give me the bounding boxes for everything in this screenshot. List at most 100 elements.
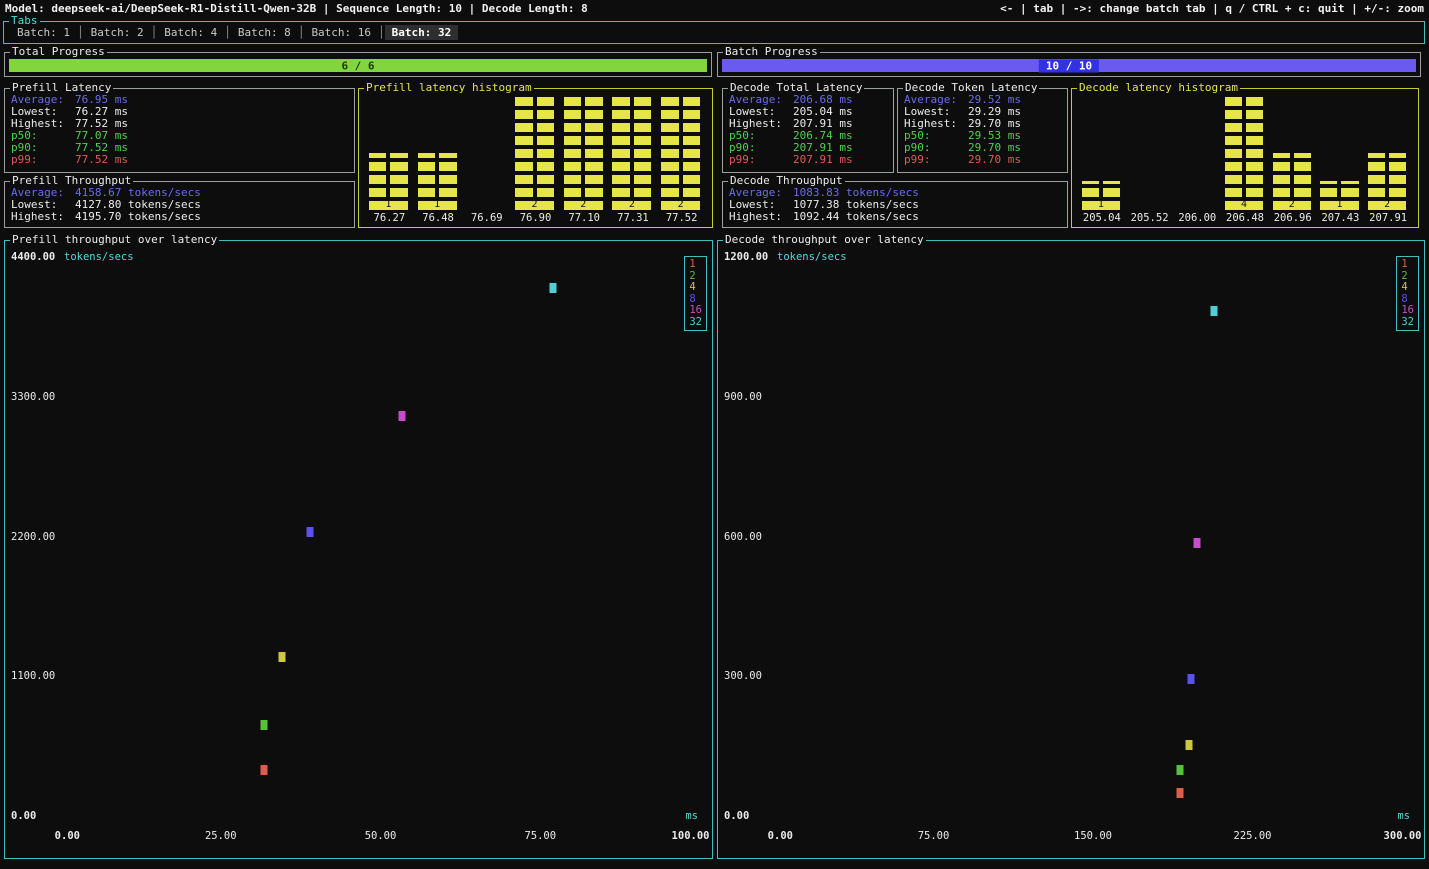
tab-separator: │ [77,26,84,39]
prefill-latency-histogram-title: Prefill latency histogram [364,81,534,95]
bar-count-label: 1 [1082,199,1120,210]
y-axis-tick: 1100.00 [11,670,55,682]
y-axis-tick: 300.00 [724,670,762,682]
prefill-latency-stats: Average:76.95 msLowest:76.27 msHighest:7… [11,94,350,170]
histogram-x-axis: 205.04205.52206.00206.48206.96207.43207.… [1078,212,1412,224]
stat-label: p99: [904,154,968,166]
y-axis-tick: 600.00 [724,531,762,543]
x-axis-tick: 150.00 [1074,830,1112,842]
scatter-point-batch-1 [1177,788,1184,798]
stat-label: p99: [11,154,75,166]
y-axis-tick: 0.00 [724,810,749,822]
bar-count-label: 1 [418,199,457,210]
scatter-point-batch-16 [1194,538,1201,548]
decode-token-latency-panel: Decode Token Latency Average:29.52 msLow… [897,88,1068,173]
x-axis-tick: 50.00 [365,830,397,842]
histogram-x-tick: 77.52 [666,212,698,224]
histogram-bar: 2 [612,95,651,210]
histogram-bar: 2 [661,95,700,210]
total-progress-title: Total Progress [10,45,107,59]
legend-item-batch-32: 32 [689,317,702,329]
decode-token-latency-title: Decode Token Latency [903,81,1039,95]
chart-legend: 12481632 [1396,256,1419,331]
decode-total-latency-stats: Average:206.68 msLowest:205.04 msHighest… [729,94,889,170]
total-progress-panel: Total Progress 6 / 6 [4,52,712,77]
stat-row: p90:77.52 ms [11,142,350,154]
histogram-x-tick: 206.96 [1274,212,1312,224]
y-axis-tick: 2200.00 [11,531,55,543]
prefill-throughput-stats: Average:4158.67 tokens/secsLowest:4127.8… [11,187,350,225]
stat-value: 4195.70 tokens/secs [75,211,201,223]
histogram-plot: 112222 [365,95,706,210]
scatter-point-batch-4 [279,652,286,662]
batch-tabs: Batch: 1│Batch: 2│Batch: 4│Batch: 8│Batc… [10,23,1418,42]
decode-latency-histogram-title: Decode latency histogram [1077,81,1240,95]
tab-batch-16[interactable]: Batch: 16 [304,25,378,40]
keybind-hints: <- | tab | ->: change batch tab | q / CT… [1000,2,1424,16]
stat-row: p99:29.70 ms [904,154,1063,166]
prefill-throughput-chart: 4400.003300.002200.001100.000.000.0025.0… [5,241,712,858]
x-axis-tick: 225.00 [1234,830,1272,842]
decode-latency-histogram: 14212205.04205.52206.00206.48206.96207.4… [1078,95,1412,224]
benchmark-dashboard: Model: deepseek-ai/DeepSeek-R1-Distill-Q… [0,0,1429,869]
histogram-bar: 2 [1273,153,1311,211]
decode-token-latency-stats: Average:29.52 msLowest:29.29 msHighest:2… [904,94,1063,170]
decode-total-latency-panel: Decode Total Latency Average:206.68 msLo… [722,88,894,173]
batch-progress-panel: Batch Progress 10 / 10 [717,52,1421,77]
bar-count-label: 2 [661,199,700,210]
prefill-throughput-chart-panel: Prefill throughput over latency 4400.003… [4,240,713,859]
tab-batch-4[interactable]: Batch: 4 [157,25,224,40]
stat-row: Highest:1092.44 tokens/secs [729,211,1063,223]
legend-item-batch-16: 16 [689,305,702,317]
bar-count-label: 1 [1320,199,1358,210]
histogram-x-tick: 206.00 [1178,212,1216,224]
prefill-throughput-title: Prefill Throughput [10,174,133,188]
scatter-point-batch-8 [306,527,313,537]
histogram-x-tick: 76.48 [422,212,454,224]
prefill-latency-histogram: 11222276.2776.4876.6976.9077.1077.3177.5… [365,95,706,224]
x-axis-tick: 300.00 [1384,830,1422,842]
stat-row: p99:77.52 ms [11,154,350,166]
histogram-bar: 2 [1368,153,1406,211]
scatter-plot: 1200.00900.00600.00300.000.000.0075.0015… [774,257,1412,816]
x-axis-tick: 75.00 [918,830,950,842]
batch-progress-gauge: 10 / 10 [722,59,1416,72]
decode-latency-histogram-panel: Decode latency histogram 14212205.04205.… [1071,88,1419,228]
x-axis-tick: 0.00 [768,830,793,842]
tab-batch-8[interactable]: Batch: 8 [231,25,298,40]
histogram-x-tick: 77.31 [617,212,649,224]
histogram-x-tick: 76.69 [471,212,503,224]
histogram-bar: 1 [369,153,408,211]
model-info: Model: deepseek-ai/DeepSeek-R1-Distill-Q… [5,2,588,16]
scatter-point-batch-32 [1210,306,1217,316]
tab-batch-2[interactable]: Batch: 2 [84,25,151,40]
decode-throughput-title: Decode Throughput [728,174,845,188]
histogram-bar: 1 [1320,181,1358,210]
x-axis-tick: 100.00 [672,830,710,842]
stat-row: Highest:4195.70 tokens/secs [11,211,350,223]
decode-total-latency-title: Decode Total Latency [728,81,864,95]
scatter-point-batch-2 [261,720,268,730]
prefill-latency-panel: Prefill Latency Average:76.95 msLowest:7… [4,88,355,173]
histogram-bar: 1 [418,153,457,211]
histogram-x-tick: 205.04 [1083,212,1121,224]
y-axis-tick: 1200.00 [724,251,768,263]
x-axis-unit-label: ms [685,810,698,822]
histogram-x-tick: 206.48 [1226,212,1264,224]
stat-label: Highest: [11,211,75,223]
histogram-plot: 14212 [1078,95,1412,210]
legend-item-batch-32: 32 [1401,317,1414,329]
tab-batch-32[interactable]: Batch: 32 [385,25,459,40]
legend-item-batch-1: 1 [689,259,702,271]
x-axis-unit-label: ms [1397,810,1410,822]
prefill-latency-histogram-panel: Prefill latency histogram 11222276.2776.… [358,88,713,228]
bar-count-label: 2 [1368,199,1406,210]
histogram-bar: 2 [564,95,603,210]
stat-value: 77.52 ms [75,154,128,166]
tab-separator: │ [151,26,158,39]
y-axis-unit-label: tokens/secs [64,251,134,263]
prefill-throughput-panel: Prefill Throughput Average:4158.67 token… [4,181,355,228]
batch-progress-title: Batch Progress [723,45,820,59]
scatter-point-batch-1 [261,765,268,775]
y-axis-unit-label: tokens/secs [777,251,847,263]
